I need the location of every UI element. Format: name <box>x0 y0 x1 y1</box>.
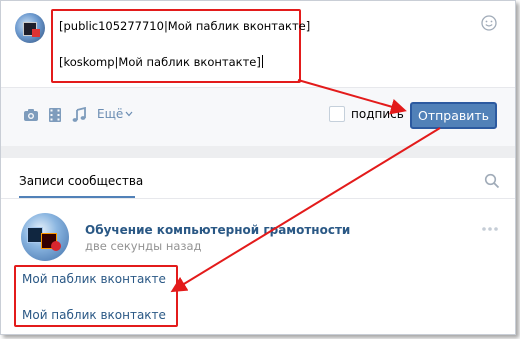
post-author-avatar[interactable] <box>21 213 69 261</box>
post-text-line-2-text: [koskomp|Мой паблик вконтакте] <box>59 55 261 69</box>
search-icon[interactable] <box>484 173 500 189</box>
post-timestamp[interactable]: две секунды назад <box>85 239 202 253</box>
music-icon[interactable] <box>71 107 87 123</box>
video-icon[interactable] <box>47 107 63 123</box>
user-avatar[interactable] <box>15 13 45 43</box>
more-options-icon[interactable] <box>481 226 499 232</box>
signature-label[interactable]: подпись <box>351 107 404 121</box>
smile-icon[interactable] <box>481 15 497 31</box>
send-button[interactable]: Отправить <box>410 102 497 129</box>
post-author-name[interactable]: Обучение компьютерной грамотности <box>85 223 350 237</box>
post-text-line-1: [public105277710|Мой паблик вконтакте] <box>59 19 311 33</box>
post-link-2[interactable]: Мой паблик вконтакте <box>22 308 166 322</box>
signature-checkbox[interactable] <box>329 106 345 122</box>
post-text-input[interactable]: [public105277710|Мой паблик вконтакте] [… <box>51 9 310 83</box>
text-caret <box>261 55 263 68</box>
more-attachments-button[interactable]: Ещё <box>97 107 123 121</box>
section-divider <box>1 146 515 158</box>
vk-wall-panel: [public105277710|Мой паблик вконтакте] [… <box>0 0 516 335</box>
post-link-1[interactable]: Мой паблик вконтакте <box>22 272 166 286</box>
camera-icon[interactable] <box>23 107 39 123</box>
chevron-down-icon <box>125 111 133 117</box>
tabs-divider <box>1 198 515 199</box>
post-text-line-2: [koskomp|Мой паблик вконтакте] <box>59 55 263 69</box>
tab-community-posts[interactable]: Записи сообщества <box>19 174 143 188</box>
